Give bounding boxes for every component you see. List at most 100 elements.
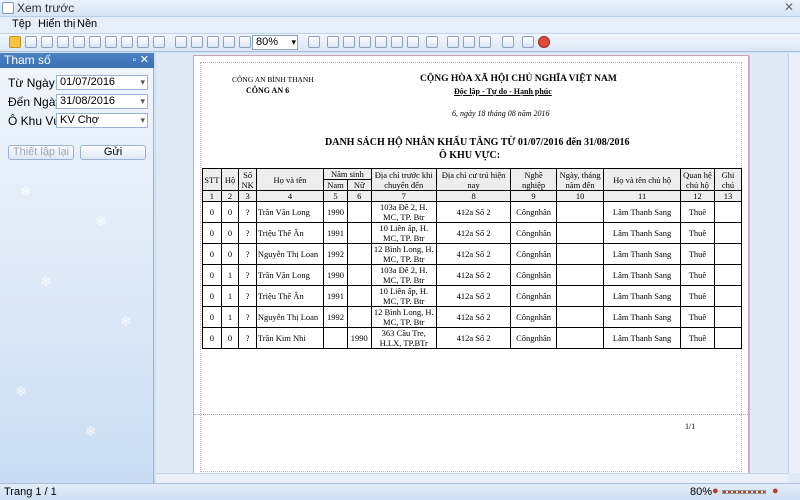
cell-male-year [323,327,348,349]
color-icon[interactable] [426,36,438,48]
from-date-field[interactable]: 01/07/2016 ▾ [56,75,148,90]
report-subtitle: Ô KHU VỰC: [439,150,501,161]
cell-male-year: 1991 [323,222,348,244]
submit-button[interactable]: Gửi [80,145,146,160]
zoom-in-button-icon[interactable] [308,36,320,48]
cell-note [714,222,742,244]
help-icon[interactable] [9,36,21,48]
header-household-head: Họ và tên chủ hộ [603,168,681,191]
header-footer-icon[interactable] [137,36,149,48]
zoom-value: 80% [256,36,279,48]
cell-prev-address: 363 Cầu Tre, H.LX, TP.BTr [370,327,437,349]
search-icon[interactable] [41,36,53,48]
zoom-icon[interactable] [239,36,251,48]
cell-note [714,201,742,223]
next-page-icon[interactable] [359,36,371,48]
cell-relation: Thuê [679,243,716,265]
cell-stt: 0 [202,264,222,286]
back-icon[interactable] [391,36,403,48]
cell-sonk: ? [238,327,257,349]
cell-note [714,243,742,265]
parameters-panel: Tham số ▫ ✕ Từ Ngày 01/07/2016 ▾ Đến Ngày… [0,53,154,483]
cell-relation: Thuê [679,327,716,349]
send-email-icon[interactable] [502,36,514,48]
cell-fullname: Trần Văn Long [255,201,325,223]
table-of-contents-icon[interactable] [25,36,37,48]
cell-sonk: ? [238,264,257,286]
horizontal-scrollbar[interactable] [156,473,788,483]
print-icon[interactable] [89,36,101,48]
zoom-in-icon[interactable]: ● [772,485,779,497]
cell-household-head: Lâm Thanh Sang [603,327,681,349]
zoom-out-icon[interactable]: ● [712,485,719,497]
cell-household-head: Lâm Thanh Sang [603,243,681,265]
snowflake-icon: ❄ [95,213,107,229]
cell-male-year: 1992 [323,243,348,265]
menu-view[interactable]: Hiển thị [38,18,75,30]
parameters-panel-header: Tham số ▫ ✕ [0,53,154,68]
prev-page-icon[interactable] [343,36,355,48]
pin-icon[interactable]: ▫ [132,53,136,68]
export-icon[interactable] [463,36,475,48]
cell-fullname: Nguyễn Thị Loan [255,306,325,328]
cell-relation: Thuê [679,306,716,328]
column-number: 3 [238,190,257,202]
first-page-icon[interactable] [327,36,339,48]
forward-icon[interactable] [407,36,419,48]
zoom-out-icon[interactable] [207,36,219,48]
cell-female-year [346,264,372,286]
close-panel-icon[interactable]: ✕ [140,53,149,68]
cell-prev-address: 12 Bình Long, H. MC, TP. Btr [370,243,437,265]
quick-print-icon[interactable] [105,36,117,48]
cell-stt: 0 [202,222,222,244]
cell-prev-address: 12 Bình Long, H. MC, TP. Btr [370,306,437,328]
close-preview-icon[interactable] [522,36,534,48]
column-number: 12 [679,190,716,202]
window-title: Xem trước [17,1,75,15]
cell-sonk: ? [238,201,257,223]
toolbar: 80% ▾ [0,34,800,52]
save-icon[interactable] [73,36,85,48]
area-select[interactable]: KV Chợ ▾ [56,113,148,128]
last-page-icon[interactable] [375,36,387,48]
cell-stt: 0 [202,306,222,328]
reset-button[interactable]: Thiết lập lại [8,145,74,160]
cell-stt: 0 [202,285,222,307]
cell-relation: Thuê [679,285,716,307]
cell-arrival-date [555,264,605,286]
cell-fullname: Nguyễn Thị Loan [255,243,325,265]
cell-female-year [346,243,372,265]
snowflake-icon: ❄ [120,313,132,329]
vertical-scrollbar[interactable] [788,53,800,473]
page-number: 1/1 [685,422,696,431]
column-number: 13 [714,190,742,202]
from-date-label: Từ Ngày [8,76,55,90]
magnifier-icon[interactable] [191,36,203,48]
hand-tool-icon[interactable] [175,36,187,48]
to-date-value: 31/08/2016 [60,95,116,107]
report-date: 6, ngày 18 tháng 08 năm 2016 [452,109,550,118]
zoom-slider[interactable] [722,490,766,494]
scale-icon[interactable] [153,36,165,48]
exit-icon[interactable] [538,36,550,48]
export-document-icon[interactable] [479,36,491,48]
page-setup-icon[interactable] [121,36,133,48]
cell-prev-address: 10 Liên ấp, H. MC, TP. Btr [370,285,437,307]
to-date-field[interactable]: 31/08/2016 ▾ [56,94,148,109]
cell-household-head: Lâm Thanh Sang [603,201,681,223]
nation-title: CỘNG HÒA XÃ HỘI CHỦ NGHĨA VIỆT NAM [420,74,617,84]
menu-background[interactable]: Nền [77,18,97,30]
cell-fullname: Triệu Thế Ân [255,285,325,307]
menu-file[interactable]: Tệp [12,18,31,30]
cell-cur-address: 412a Số 2 [435,222,512,244]
header-fullname: Họ và tên [255,168,325,191]
close-icon[interactable]: ✕ [784,0,794,14]
zoom-select[interactable]: 80% ▾ [252,35,298,50]
table-row: 0 1? Nguyễn Thị Loan 1992 12 Bình Long, H. M… [202,306,742,328]
cell-household: 0 [220,201,240,223]
zoom-in-icon[interactable] [223,36,235,48]
cell-household-head: Lâm Thanh Sang [603,306,681,328]
watermark-icon[interactable] [447,36,459,48]
chevron-down-icon: ▾ [140,96,145,106]
open-icon[interactable] [57,36,69,48]
